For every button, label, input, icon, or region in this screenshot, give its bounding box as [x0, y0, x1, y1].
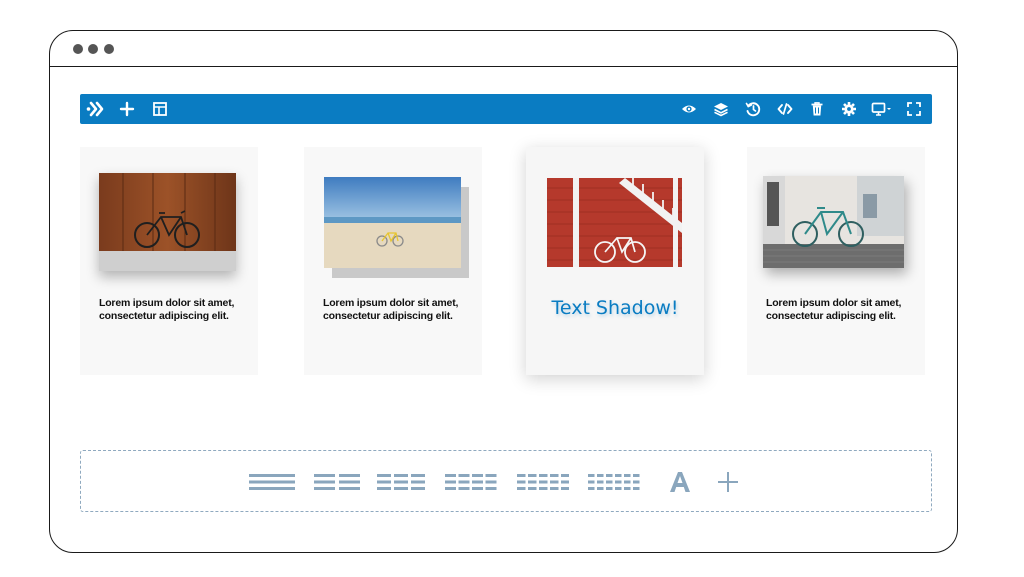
desktop-icon[interactable] — [871, 101, 893, 117]
window-close-button[interactable] — [73, 44, 83, 54]
window-minimize-button[interactable] — [88, 44, 98, 54]
five-column-icon[interactable] — [517, 471, 569, 493]
card-text: Lorem ipsum dolor sit amet, consectetur … — [766, 297, 902, 322]
layers-icon[interactable] — [713, 101, 729, 117]
eye-icon[interactable] — [681, 101, 697, 117]
window-maximize-button[interactable] — [104, 44, 114, 54]
text-shadow-heading: Text Shadow! — [551, 297, 679, 319]
builder-toolbar — [80, 94, 932, 124]
bike-white-wall-photo — [763, 176, 904, 268]
one-column-icon[interactable] — [249, 471, 295, 493]
four-column-icon[interactable] — [445, 471, 497, 493]
gear-icon[interactable] — [841, 101, 857, 117]
content-card-1[interactable]: Lorem ipsum dolor sit amet, consectetur … — [80, 147, 258, 375]
add-icon[interactable] — [119, 101, 135, 117]
code-icon[interactable] — [777, 101, 793, 117]
bike-beach-photo — [324, 177, 469, 278]
text-icon[interactable] — [668, 471, 692, 493]
bike-red-stairs-photo — [547, 178, 682, 267]
window-titlebar — [50, 31, 957, 67]
content-card-4[interactable]: Lorem ipsum dolor sit amet, consectetur … — [747, 147, 925, 375]
three-column-icon[interactable] — [377, 471, 425, 493]
logo-icon[interactable] — [86, 101, 106, 117]
content-card-2[interactable]: Lorem ipsum dolor sit amet, consectetur … — [304, 147, 482, 375]
content-card-3-selected[interactable]: Text Shadow! — [526, 147, 704, 375]
layout-dropzone — [80, 450, 932, 512]
bike-rust-wall-photo — [99, 173, 236, 271]
add-icon[interactable] — [716, 471, 740, 493]
card-text: Lorem ipsum dolor sit amet, consectetur … — [323, 297, 459, 322]
history-icon[interactable] — [745, 101, 761, 117]
trash-icon[interactable] — [809, 101, 825, 117]
card-text: Lorem ipsum dolor sit amet, consectetur … — [99, 297, 235, 322]
browser-window: Lorem ipsum dolor sit amet, consectetur … — [49, 30, 958, 553]
six-column-icon[interactable] — [588, 471, 640, 493]
two-column-icon[interactable] — [314, 471, 360, 493]
fullscreen-icon[interactable] — [906, 101, 922, 117]
template-icon[interactable] — [152, 101, 168, 117]
